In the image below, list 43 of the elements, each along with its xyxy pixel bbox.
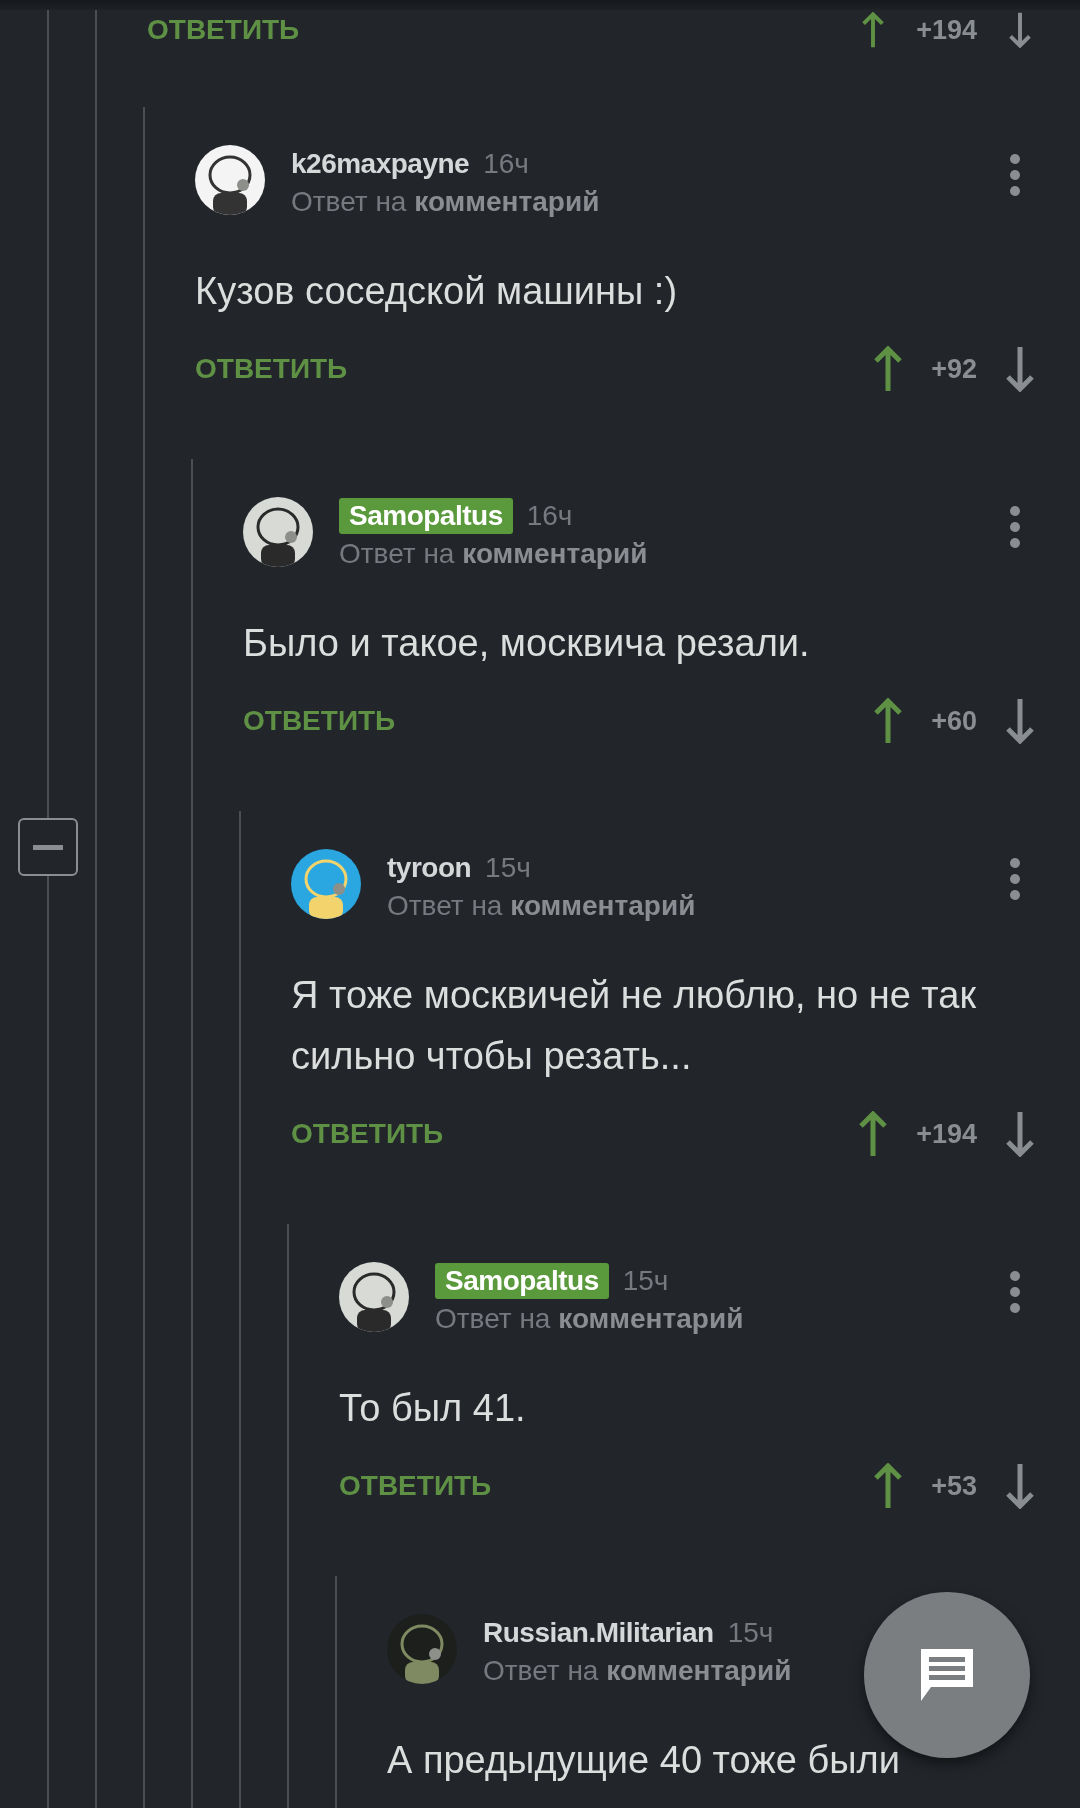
reply-to-link[interactable]: Ответ на комментарий (339, 535, 648, 573)
upvote-icon[interactable] (873, 1463, 904, 1509)
reply-to-link[interactable]: Ответ на комментарий (483, 1652, 792, 1690)
score: +53 (931, 1470, 977, 1502)
downvote-icon[interactable] (1005, 1111, 1035, 1157)
reply-to-link[interactable]: Ответ на комментарий (291, 183, 600, 221)
more-options-icon[interactable] (1009, 1270, 1021, 1314)
score: +60 (931, 705, 977, 737)
more-options-icon[interactable] (1009, 857, 1021, 901)
comment-text: А предыдущие 40 тоже были (387, 1738, 901, 1783)
downvote-icon[interactable] (1005, 346, 1035, 392)
comment-time: 16ч (526, 500, 573, 532)
reply-link[interactable]: ОТВЕТИТЬ (243, 705, 396, 737)
upvote-icon[interactable] (873, 346, 904, 392)
upvote-icon[interactable] (858, 1111, 889, 1157)
downvote-icon[interactable] (1005, 698, 1035, 744)
downvote-icon[interactable] (1005, 1463, 1035, 1509)
reply-link[interactable]: ОТВЕТИТЬ (339, 1470, 492, 1502)
author-name[interactable]: Russian.Militarian (483, 1617, 714, 1649)
comment-time: 15ч (622, 1265, 669, 1297)
author-name[interactable]: k26maxpayne (291, 148, 470, 180)
score: +194 (916, 1118, 977, 1150)
comment-text: Я тоже москвичей не люблю, но не так сильно чтобы резать... (291, 973, 978, 1079)
comment-time: 15ч (485, 852, 531, 884)
author-name[interactable]: Samopaltus (339, 498, 513, 534)
author-name[interactable]: Samopaltus (435, 1263, 609, 1299)
comment-text: Было и такое, москвича резали. (243, 621, 811, 666)
collapse-button[interactable] (18, 818, 78, 876)
more-options-icon[interactable] (1009, 505, 1021, 549)
more-options-icon[interactable] (1009, 153, 1021, 197)
score: +92 (931, 353, 977, 385)
author-name[interactable]: tyroon (387, 852, 472, 884)
reply-to-link[interactable]: Ответ на комментарий (435, 1300, 744, 1338)
comment-text: То был 41. (339, 1386, 527, 1431)
reply-to-link[interactable]: Ответ на комментарий (387, 887, 696, 925)
upvote-icon[interactable] (873, 698, 904, 744)
reply-link[interactable]: ОТВЕТИТЬ (291, 1118, 444, 1150)
comment-text: Кузов соседской машины :) (195, 269, 679, 314)
reply-link[interactable]: ОТВЕТИТЬ (147, 14, 300, 46)
reply-link[interactable]: ОТВЕТИТЬ (195, 353, 348, 385)
score: +194 (916, 14, 977, 46)
comment-time: 15ч (727, 1617, 774, 1649)
comment-time: 16ч (483, 148, 529, 180)
